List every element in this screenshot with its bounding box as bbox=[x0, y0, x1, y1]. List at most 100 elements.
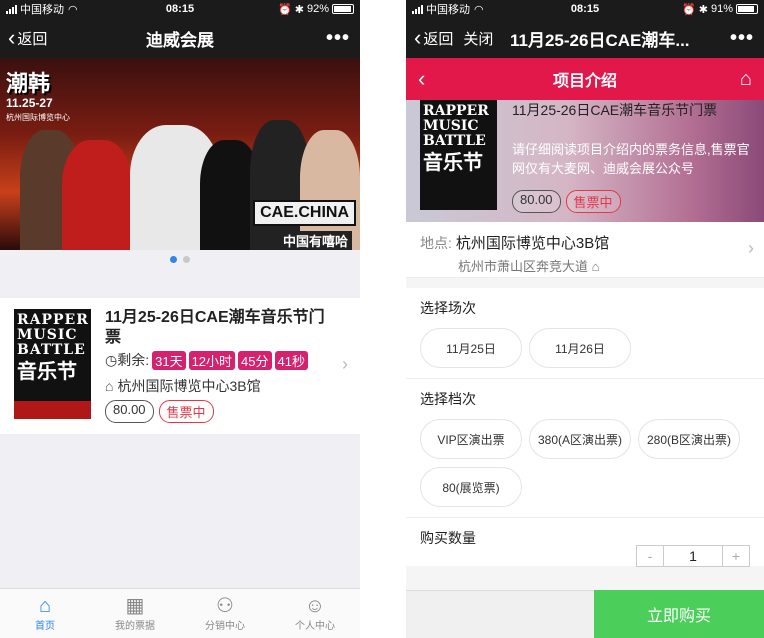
poster-subtitle: 音乐节 bbox=[17, 359, 77, 383]
banner-venue: 杭州国际博览中心 bbox=[6, 113, 70, 122]
nav-bar: ‹ 返回 迪威会展 ••• bbox=[0, 18, 360, 58]
quantity-stepper: - 1 + bbox=[636, 545, 750, 567]
page-title: 迪威会展 bbox=[146, 30, 214, 50]
performer-figure bbox=[62, 140, 132, 250]
address-line: 地点: 杭州国际博览中心3B馆 bbox=[420, 232, 750, 253]
home-outline-icon: ⌂ bbox=[105, 378, 114, 394]
session-section: 选择场次 11月25日 11月26日 bbox=[406, 288, 764, 378]
alarm-icon: ⏰ bbox=[682, 3, 696, 16]
battery-icon bbox=[736, 4, 758, 14]
address-row[interactable]: 地点: 杭州国际博览中心3B馆 杭州市萧山区奔竞大道 ⌂ › bbox=[406, 222, 764, 278]
product-card[interactable]: RAPPER MUSIC BATTLE 音乐节 11月25-26日CAE潮车音乐… bbox=[0, 298, 360, 434]
countdown-days: 31天 bbox=[152, 350, 186, 370]
chevron-left-icon: ‹ bbox=[8, 25, 16, 50]
nav-bar: ‹ 返回 关闭 11月25-26日CAE潮车... ••• bbox=[406, 18, 764, 58]
quantity-input[interactable]: 1 bbox=[663, 546, 723, 566]
banner-logo: CAE.CHINA bbox=[253, 200, 356, 226]
carousel-dots bbox=[0, 250, 360, 298]
signal-icon bbox=[6, 4, 17, 14]
tab-label: 首页 bbox=[35, 621, 55, 632]
bluetooth-icon: ✱ bbox=[294, 3, 304, 16]
close-button[interactable]: 关闭 bbox=[463, 28, 493, 49]
spacer bbox=[406, 278, 764, 288]
chevron-left-icon[interactable]: ‹ bbox=[418, 66, 425, 92]
venue-label: 杭州国际博览中心3B馆 bbox=[117, 378, 261, 394]
session-option[interactable]: 11月25日 bbox=[420, 328, 522, 368]
countdown-hours: 12小时 bbox=[188, 350, 236, 370]
more-icon[interactable]: ••• bbox=[730, 27, 754, 50]
right-phone-screen: 中国移动 ◠ 08:15 ⏰ ✱ 91% ‹ 返回 关闭 11月25-26日CA… bbox=[406, 0, 764, 638]
tier-option[interactable]: 280(B区演出票) bbox=[638, 419, 740, 459]
carousel-dot[interactable] bbox=[170, 256, 177, 263]
tier-option[interactable]: 380(A区演出票) bbox=[529, 419, 631, 459]
home-icon[interactable]: ⌂ bbox=[740, 68, 752, 91]
user-icon: ☺ bbox=[304, 595, 326, 617]
product-poster: RAPPER MUSIC BATTLE 音乐节 bbox=[14, 309, 91, 419]
carrier-label: 中国移动 bbox=[20, 4, 64, 16]
carrier-label: 中国移动 bbox=[426, 4, 470, 16]
tab-home[interactable]: ⌂ 首页 bbox=[0, 589, 90, 638]
product-venue: ⌂ 杭州国际博览中心3B馆 bbox=[105, 376, 330, 396]
back-button[interactable]: ‹ 返回 bbox=[406, 27, 453, 49]
more-icon[interactable]: ••• bbox=[326, 27, 350, 50]
wifi-icon: ◠ bbox=[474, 3, 484, 16]
banner-date: 11.25-27 bbox=[6, 96, 53, 110]
chevron-right-icon: › bbox=[748, 238, 754, 258]
price-badge: 80.00 bbox=[105, 400, 154, 423]
signal-icon bbox=[412, 4, 423, 14]
status-badge: 售票中 bbox=[565, 190, 621, 213]
tab-label: 个人中心 bbox=[295, 621, 335, 632]
product-poster: RAPPER MUSIC BATTLE 音乐节 bbox=[420, 100, 497, 210]
tab-profile[interactable]: ☺ 个人中心 bbox=[270, 589, 360, 638]
alarm-icon: ⏰ bbox=[278, 3, 292, 16]
poster-title: RAPPER MUSIC BATTLE bbox=[17, 312, 89, 358]
product-name: 11月25-26日CAE潮车音乐节门票 bbox=[512, 102, 718, 118]
status-bar: 中国移动 ◠ 08:15 ⏰ ✱ 92% bbox=[0, 0, 360, 18]
section-header: ‹ 项目介绍 ⌂ bbox=[406, 58, 764, 100]
chevron-left-icon: ‹ bbox=[414, 25, 422, 50]
home-icon: ⌂ bbox=[38, 595, 52, 617]
clock-icon: ◷ bbox=[105, 351, 118, 368]
buy-now-button[interactable]: 立即购买 bbox=[594, 590, 764, 638]
poster-strip bbox=[14, 401, 91, 419]
countdown-seconds: 41秒 bbox=[274, 350, 308, 370]
tier-section: 选择档次 VIP区演出票 380(A区演出票) 280(B区演出票) 80(展览… bbox=[406, 379, 764, 517]
quantity-plus-button[interactable]: + bbox=[723, 546, 749, 566]
battery-icon bbox=[332, 4, 354, 14]
session-option[interactable]: 11月26日 bbox=[529, 328, 631, 368]
countdown-minutes: 45分 bbox=[238, 350, 272, 370]
quantity-minus-button[interactable]: - bbox=[637, 546, 663, 566]
event-banner[interactable]: 潮韩 11.25-27 杭州国际博览中心 CAE.CHINA 中国有嘻哈 bbox=[0, 58, 360, 250]
product-hero: RAPPER MUSIC BATTLE 音乐节 11月25-26日CAE潮车音乐… bbox=[406, 100, 764, 222]
buy-bar-blank bbox=[406, 590, 594, 638]
tab-distribution[interactable]: ⚇ 分销中心 bbox=[180, 589, 270, 638]
quantity-section: 购买数量 - 1 + bbox=[406, 518, 764, 567]
tab-my-tickets[interactable]: ▦ 我的票据 bbox=[90, 589, 180, 638]
users-icon: ⚇ bbox=[216, 595, 234, 617]
back-button[interactable]: ‹ 返回 bbox=[0, 27, 47, 49]
countdown-label: 剩余: bbox=[117, 352, 150, 368]
product-tags: 80.00 售票中 bbox=[105, 400, 330, 423]
wifi-icon: ◠ bbox=[68, 3, 78, 16]
carousel-dot[interactable] bbox=[183, 256, 190, 263]
back-label: 返回 bbox=[17, 30, 48, 48]
session-title: 选择场次 bbox=[420, 300, 476, 316]
product-tags: 80.00 售票中 bbox=[512, 190, 621, 213]
address-detail-line: 杭州市萧山区奔竞大道 ⌂ bbox=[458, 256, 750, 275]
tier-option[interactable]: VIP区演出票 bbox=[420, 419, 522, 459]
page-title: 11月25-26日CAE潮车... bbox=[510, 30, 690, 50]
address-name: 杭州国际博览中心3B馆 bbox=[455, 235, 610, 252]
bluetooth-icon: ✱ bbox=[698, 3, 708, 16]
tab-label: 分销中心 bbox=[205, 621, 245, 632]
poster-subtitle: 音乐节 bbox=[423, 150, 483, 174]
banner-logo-sub: 中国有嘻哈 bbox=[278, 231, 352, 250]
qrcode-icon: ▦ bbox=[125, 595, 145, 617]
product-description: 请仔细阅读项目介绍内的票务信息,售票官网仅有大麦网、迪威会展公众号 bbox=[512, 142, 750, 176]
back-label: 返回 bbox=[423, 30, 454, 48]
price-badge: 80.00 bbox=[512, 190, 561, 213]
status-bar: 中国移动 ◠ 08:15 ⏰ ✱ 91% bbox=[406, 0, 764, 18]
left-phone-screen: 中国移动 ◠ 08:15 ⏰ ✱ 92% ‹ 返回 迪威会展 ••• 潮韩 11… bbox=[0, 0, 360, 638]
tier-option[interactable]: 80(展览票) bbox=[420, 467, 522, 507]
countdown: ◷ 剩余: 31天 12小时 45分 41秒 bbox=[105, 350, 330, 370]
product-name: 11月25-26日CAE潮车音乐节门票 bbox=[105, 309, 325, 346]
